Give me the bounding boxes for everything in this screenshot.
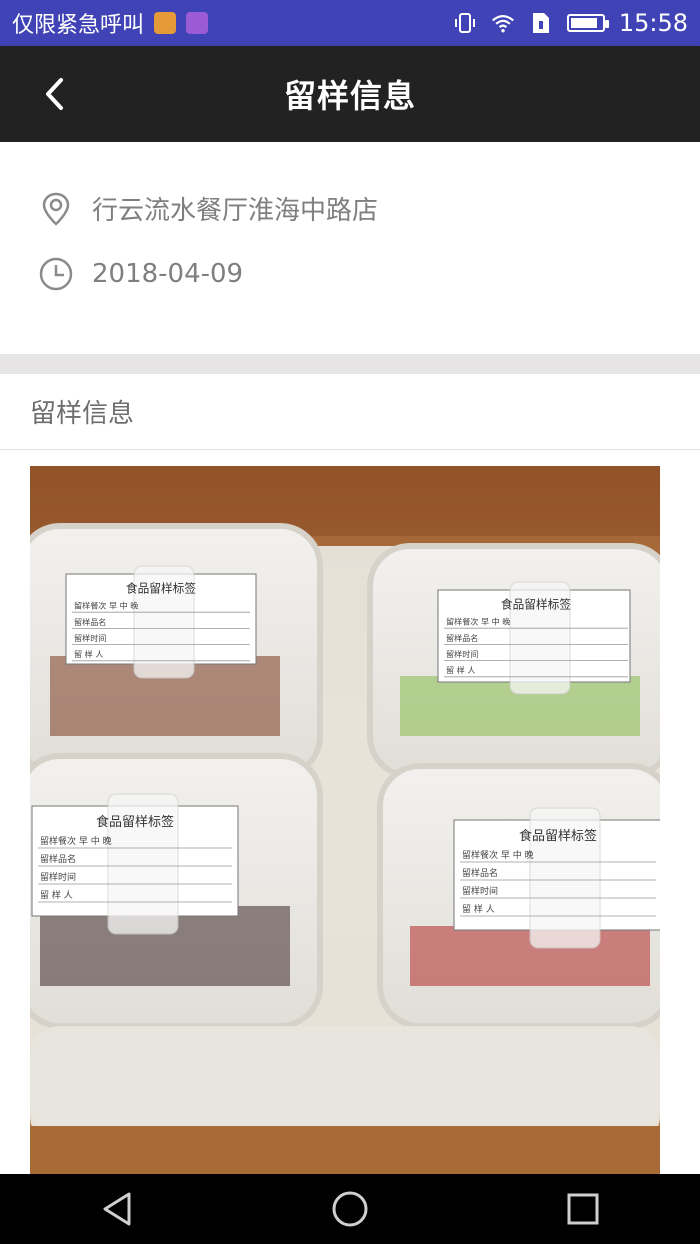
clock-icon [38, 256, 74, 292]
notification-orange-icon [154, 12, 177, 34]
label-row: 留样品名 [74, 617, 106, 627]
sample-photo[interactable]: 食品留样标签 留样餐次 早 中 晚留样品名 留样时间留 样 人食品留样标签 留样餐次 … [30, 466, 660, 1174]
carrier-text: 仅限紧急呼叫 [12, 13, 145, 38]
vibrate-icon [453, 11, 477, 35]
status-right: 15:58 [453, 9, 688, 37]
location-text: 行云流水餐厅淮海中路店 [92, 196, 379, 226]
sample-photo-illustration: 食品留样标签留样餐次 早 中 晚留样品名留样时间留 样 人食品留样标签留样餐次 … [30, 466, 660, 1174]
label-title: 食品留样标签 [519, 828, 597, 844]
back-triangle-icon [103, 1192, 131, 1226]
recents-square-icon [567, 1193, 599, 1225]
box-bottom-right [377, 763, 660, 1029]
notification-purple-icon [186, 12, 209, 34]
section-divider [0, 354, 700, 374]
status-time: 15:58 [618, 9, 688, 37]
label-row: 留样品名 [462, 867, 498, 879]
label-row: 留样餐次 早 中 晚 [462, 849, 534, 861]
chevron-left-icon [46, 78, 63, 110]
status-left: 仅限紧急呼叫 [12, 7, 209, 39]
label-row: 留样品名 [446, 633, 478, 643]
date-row: 2018-04-09 [38, 256, 243, 292]
label-row: 留样时间 [462, 885, 498, 897]
label-title: 食品留样标签 [96, 814, 174, 830]
page-title: 留样信息 [283, 77, 416, 115]
wifi-icon [491, 11, 515, 35]
info-card: 行云流水餐厅淮海中路店 2018-04-09 [0, 142, 700, 354]
label-row: 留 样 人 [40, 889, 73, 901]
back-button[interactable] [30, 70, 78, 118]
label-row: 留样餐次 早 中 晚 [74, 601, 138, 611]
system-nav-bar [0, 1174, 700, 1244]
label-row: 留样时间 [40, 871, 76, 883]
date-text: 2018-04-09 [92, 259, 244, 289]
location-row: 行云流水餐厅淮海中路店 [38, 190, 378, 227]
location-pin-icon [38, 191, 74, 227]
label-row: 留样时间 [446, 649, 478, 659]
label-row: 留样时间 [74, 633, 106, 643]
section-title-text: 留样信息 [30, 399, 135, 429]
nav-back-button[interactable] [87, 1179, 147, 1239]
battery-icon [566, 14, 609, 32]
home-circle-icon [332, 1191, 368, 1227]
label-row: 留 样 人 [74, 649, 103, 659]
nav-recents-button[interactable] [553, 1179, 613, 1239]
app-bar: 留样信息 [0, 46, 700, 142]
label-title: 食品留样标签 [501, 597, 571, 611]
section-title: 留样信息 [0, 374, 700, 450]
nav-home-button[interactable] [320, 1179, 380, 1239]
box-bottom-left [30, 753, 323, 1029]
label-row: 留样餐次 早 中 晚 [40, 835, 112, 847]
label-row: 留样品名 [40, 853, 76, 865]
label-title: 食品留样标签 [126, 581, 196, 595]
label-row: 留样餐次 早 中 晚 [446, 617, 510, 627]
label-row: 留 样 人 [446, 665, 475, 675]
status-bar: 仅限紧急呼叫 15:58 [0, 0, 700, 46]
sim-icon [529, 11, 553, 35]
label-row: 留 样 人 [462, 903, 495, 915]
